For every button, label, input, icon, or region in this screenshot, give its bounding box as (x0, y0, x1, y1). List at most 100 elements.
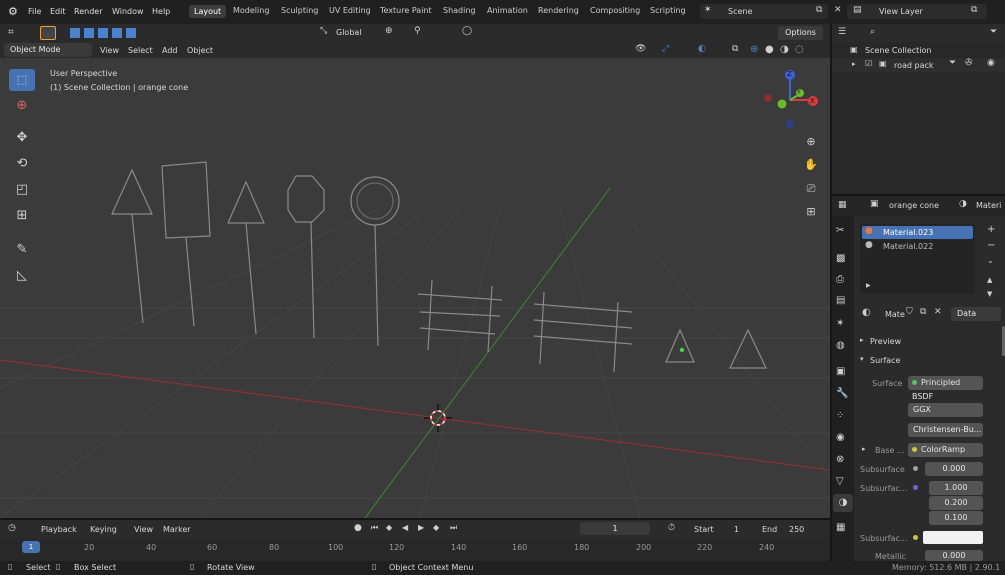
scene-tab-icon[interactable]: ✶ (836, 318, 844, 329)
menu-view[interactable]: View (100, 46, 119, 55)
tab-modeling[interactable]: Modeling (233, 6, 269, 15)
timeline-ruler[interactable]: 1 20 40 60 80 100 120 140 160 180 200 22… (0, 538, 830, 561)
distribution-dropdown[interactable]: GGX (908, 403, 983, 417)
perspective-toggle-icon[interactable]: ⊞ (802, 205, 820, 218)
outliner-row-road-pack[interactable]: ▸ ☑ ▣ road pack ⏷ ✇ ◉ (832, 58, 1005, 72)
tab-animation[interactable]: Animation (487, 6, 528, 15)
end-frame-value[interactable]: 250 (789, 525, 804, 534)
stopwatch-icon[interactable]: ⏱ (668, 523, 675, 533)
record-icon[interactable]: ● (354, 523, 362, 533)
camera-view-icon[interactable]: ⎚ (802, 182, 820, 196)
fake-user-icon[interactable]: ⛉ (906, 307, 913, 317)
camera-icon[interactable]: ✇ (965, 58, 973, 68)
snap-icon[interactable]: ⚲ (414, 26, 421, 36)
tab-compositing[interactable]: Compositing (590, 6, 640, 15)
play-reverse-icon[interactable]: ◀ (402, 523, 408, 532)
scene-selector[interactable]: ✶ Scene ⧉ (700, 4, 828, 19)
scene-collection-label[interactable]: Scene Collection (865, 46, 932, 55)
world-tab-icon[interactable]: ◍ (836, 340, 845, 351)
expand-arrow-icon[interactable]: ▸ (862, 445, 866, 453)
menu-keying[interactable]: Keying (90, 525, 117, 534)
subsurface-value-field[interactable]: 0.000 (925, 462, 983, 476)
jump-start-icon[interactable]: ⏮ (371, 523, 378, 533)
add-slot-icon[interactable]: + (987, 224, 995, 235)
orientation-dropdown[interactable]: Global (336, 28, 362, 37)
editor-type-icon[interactable]: ▦ (838, 200, 847, 210)
close-icon[interactable]: ✕ (834, 5, 842, 15)
tab-scripting[interactable]: Scripting (650, 6, 686, 15)
pan-hand-icon[interactable]: ✋ (802, 158, 820, 171)
cursor-tool-icon[interactable]: ⊕ (10, 98, 34, 113)
wireframe-shading-icon[interactable]: ⊕ (750, 44, 758, 55)
play-icon[interactable]: ▶ (418, 523, 424, 532)
scale-tool-icon[interactable]: ◰ (10, 182, 34, 197)
tool-tab-icon[interactable]: ✂ (836, 225, 844, 236)
jump-end-icon[interactable]: ⏭ (450, 523, 457, 533)
expand-arrow-icon[interactable]: ▸ (852, 60, 856, 68)
menu-file[interactable]: File (28, 7, 41, 16)
tab-layout[interactable]: Layout (189, 5, 227, 18)
zoom-icon[interactable]: ⊕ (802, 135, 820, 148)
tab-shading[interactable]: Shading (443, 6, 476, 15)
next-keyframe-icon[interactable]: ◆ (433, 523, 439, 532)
list-expand-icon[interactable]: ▶ (866, 282, 871, 289)
annotate-tool-icon[interactable]: ✎ (10, 242, 34, 257)
checkbox-icon[interactable]: ☑ (865, 59, 872, 68)
move-down-icon[interactable]: ▼ (987, 290, 992, 298)
particles-tab-icon[interactable]: ⁘ (836, 410, 844, 421)
physics-tab-icon[interactable]: ◉ (836, 432, 845, 443)
menu-render[interactable]: Render (74, 7, 102, 16)
material-breadcrumb[interactable]: Materi (976, 201, 1001, 210)
proportional-edit-icon[interactable]: ◯ (462, 26, 472, 36)
radius-x-field[interactable]: 1.000 (929, 481, 983, 495)
menu-view[interactable]: View (134, 525, 153, 534)
preview-section[interactable]: ▸ Preview (856, 334, 1005, 349)
move-up-icon[interactable]: ▲ (987, 276, 992, 284)
measure-tool-icon[interactable]: ◺ (10, 268, 34, 283)
metallic-value-field[interactable]: 0.000 (925, 550, 983, 561)
visibility-icon[interactable]: 👁 (635, 44, 646, 54)
pivot-icon[interactable]: ⊕ (385, 26, 393, 36)
tool-select-box[interactable]: ⬚ (9, 69, 35, 91)
link-type-dropdown[interactable]: Data (951, 307, 1001, 321)
texture-tab-icon[interactable]: ▦ (836, 522, 845, 533)
view-layer-selector[interactable]: ▤ View Layer ⧉ (847, 4, 987, 19)
editor-type-icon[interactable]: ⌗ (8, 27, 14, 38)
copy-icon[interactable]: ⧉ (816, 5, 822, 15)
menu-playback[interactable]: Playback (41, 525, 77, 534)
constraints-tab-icon[interactable]: ⊗ (836, 454, 844, 465)
object-tab-icon[interactable]: ▣ (836, 366, 845, 377)
gizmo-icon[interactable]: ⤢ (662, 44, 669, 54)
object-mode-dropdown[interactable]: Object Mode (4, 43, 92, 57)
menu-add[interactable]: Add (162, 46, 178, 55)
start-frame-value[interactable]: 1 (734, 525, 739, 534)
material-slot-field[interactable]: Mate (885, 310, 905, 319)
material-shading-icon[interactable]: ◑ (780, 44, 789, 55)
copy-icon[interactable]: ⧉ (971, 5, 977, 15)
filter-icon[interactable]: ⌕ (870, 27, 875, 37)
eye-icon[interactable]: ◉ (987, 58, 995, 68)
overlay-icon[interactable]: ◐ (698, 44, 706, 54)
rotate-tool-icon[interactable]: ⟲ (10, 156, 34, 171)
editor-type-icon[interactable]: ☰ (838, 27, 846, 37)
filter-funnel-icon[interactable]: ⏷ (949, 58, 956, 68)
transform-tool-icon[interactable]: ⊞ (10, 208, 34, 223)
material-browse-icon[interactable]: ◐ (862, 307, 871, 318)
options-dropdown[interactable]: Options (778, 26, 823, 40)
tab-uv-editing[interactable]: UV Editing (329, 6, 371, 15)
surface-section[interactable]: ▾ Surface (856, 353, 1005, 368)
remove-slot-icon[interactable]: − (987, 240, 995, 251)
view-layer-tab-icon[interactable]: ▤ (836, 295, 845, 306)
funnel-icon[interactable]: ⏷ (990, 27, 997, 37)
select-tool-button[interactable] (40, 26, 56, 40)
menu-edit[interactable]: Edit (50, 7, 66, 16)
rendered-shading-icon[interactable]: ◌ (795, 44, 804, 55)
tab-sculpting[interactable]: Sculpting (281, 6, 318, 15)
tab-rendering[interactable]: Rendering (538, 6, 579, 15)
data-tab-icon[interactable]: ▽ (836, 476, 844, 487)
menu-select[interactable]: Select (128, 46, 153, 55)
3d-viewport[interactable]: Z Y X User Perspective (1) Scene Collect… (0, 58, 830, 518)
xray-icon[interactable]: ⧉ (732, 44, 738, 54)
menu-marker[interactable]: Marker (163, 525, 191, 534)
solid-shading-icon[interactable]: ● (765, 44, 774, 55)
